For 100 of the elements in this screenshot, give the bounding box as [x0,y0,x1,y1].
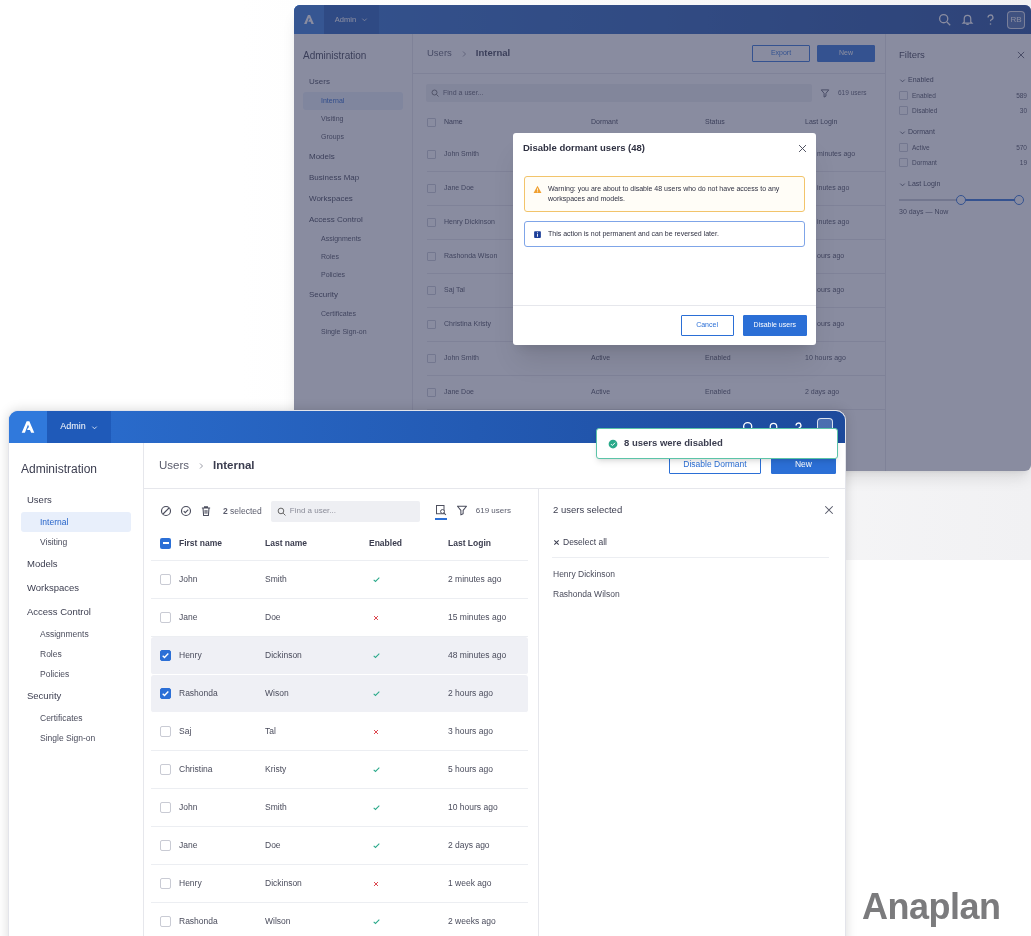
panel-title: Filters [899,48,925,62]
table-cell-text: 2 days ago [448,839,491,852]
checkbox[interactable] [160,802,171,813]
selected-user: Henry Dickinson [553,568,616,582]
sidebar-item[interactable]: Certificates [21,708,131,728]
sidebar-item[interactable]: Roles [21,644,131,664]
table-cell-text: Doe [265,611,282,624]
chevron-down-icon [361,16,369,23]
table-cell-text: Henry [179,877,203,890]
sidebar-title: Administration [20,461,99,478]
check-circle-icon[interactable] [180,505,192,517]
chevron-down-icon [899,76,906,84]
block-icon[interactable] [160,505,172,517]
column-header[interactable]: Last name [265,536,369,550]
table-cell-text: John [179,573,199,586]
table-cell-text: Smith [265,573,288,586]
table-cell-text: 5 hours ago [448,763,494,776]
checkbox[interactable] [160,688,171,699]
breadcrumb-item[interactable]: Users [159,456,190,475]
table-cell-text: Smith [265,801,288,814]
table-cell-text: 2 hours ago [448,687,494,700]
warning-icon [533,185,542,194]
breadcrumb-item[interactable]: Users [427,46,452,61]
table-cell-text: Rashonda [179,687,219,700]
table-cell-text: 2 weeks ago [448,915,497,928]
table-cell-text: Rashonda [179,915,219,928]
search-field[interactable]: Find a user... [270,500,420,522]
checkbox[interactable] [160,878,171,889]
slider-thumb[interactable] [1014,195,1024,206]
chevron-down-icon [90,423,98,431]
table-cell-text: Doe [265,839,282,852]
selection-count: 2 selected [223,504,262,518]
sidebar-item[interactable]: Users [9,488,143,512]
column-header[interactable]: First name [179,536,265,550]
info-icon [533,230,542,239]
table-cell-text: Tal [265,725,277,738]
sidebar-item[interactable]: Security [9,684,143,708]
sidebar-item[interactable]: Access Control [9,600,143,624]
table-cell-text: Wilson [265,915,292,928]
table-cell-text: 48 minutes ago [448,649,508,662]
logo-icon[interactable] [19,419,37,435]
sidebar-item[interactable]: Single Sign-on [21,728,131,748]
close-icon[interactable] [823,504,835,516]
sidebar-item[interactable]: Workspaces [9,576,143,600]
sidebar-item[interactable]: Assignments [21,624,131,644]
table-cell-text: Dickinson [265,649,303,662]
table-cell-text: Henry [179,649,203,662]
user-count: 619 users [475,505,511,517]
table-cell-text: 1 week ago [448,877,493,890]
chevron-down-icon [899,180,906,188]
selected-user: Rashonda Wilson [553,588,621,602]
checkbox[interactable] [160,840,171,851]
panel-title: 2 users selected [553,502,623,517]
checkbox[interactable] [160,764,171,775]
checkbox[interactable] [160,726,171,737]
check-circle-icon [608,438,618,449]
table-cell-text: Jane [179,839,199,852]
breadcrumb-item[interactable]: Internal [213,456,255,475]
search-icon [276,506,286,516]
close-icon [553,538,560,546]
toast-message: 8 users were disabled [624,436,723,451]
column-header[interactable]: Last Login [448,536,528,550]
checkbox[interactable] [160,612,171,623]
trash-icon[interactable] [200,505,212,517]
sidebar-item[interactable]: Models [9,552,143,576]
selected-row[interactable]: Rashonda Wison 2 hours ago [151,675,528,713]
table-cell-text: 2 minutes ago [448,573,503,586]
table-cell-text: Christina [179,763,214,776]
breadcrumb-item[interactable]: Internal [475,46,511,61]
chevron-right-icon [197,461,206,470]
table-cell-text: Jane [179,611,199,624]
table-cell-text: John [179,801,199,814]
checkbox[interactable] [160,574,171,585]
sidebar-item[interactable]: Visiting [21,532,131,552]
deselect-link[interactable]: Deselect all [553,536,607,549]
selected-row[interactable]: Henry Dickinson 48 minutes ago [151,637,528,675]
inspect-icon [434,504,447,516]
search-icon [431,89,439,97]
dialog-title: Disable dormant users (48) [523,140,645,155]
checkbox[interactable] [160,650,171,661]
filter-icon [455,504,468,516]
filter-icon[interactable] [820,88,830,98]
checkbox[interactable] [160,916,171,927]
table-cell-text: 3 hours ago [448,725,494,738]
toolbar-button[interactable] [434,502,447,520]
sidebar-item[interactable]: Policies [21,664,131,684]
close-icon[interactable] [797,142,808,154]
column-header[interactable]: Enabled [369,536,448,550]
table-cell-text: 10 hours ago [448,801,499,814]
sidebar-title: Administration [302,49,368,63]
table-cell-text: 15 minutes ago [448,611,508,624]
brand-logo: Anaplan [862,885,1001,929]
sidebar-item[interactable]: Internal [21,512,131,532]
app-menu[interactable]: Admin [47,411,111,443]
table-cell-text: Dickinson [265,877,303,890]
checkbox[interactable] [160,537,171,549]
table-cell-text: Kristy [265,763,288,776]
slider-thumb[interactable] [956,195,966,206]
table-cell-text: Wison [265,687,290,700]
logo-icon[interactable] [302,13,316,26]
